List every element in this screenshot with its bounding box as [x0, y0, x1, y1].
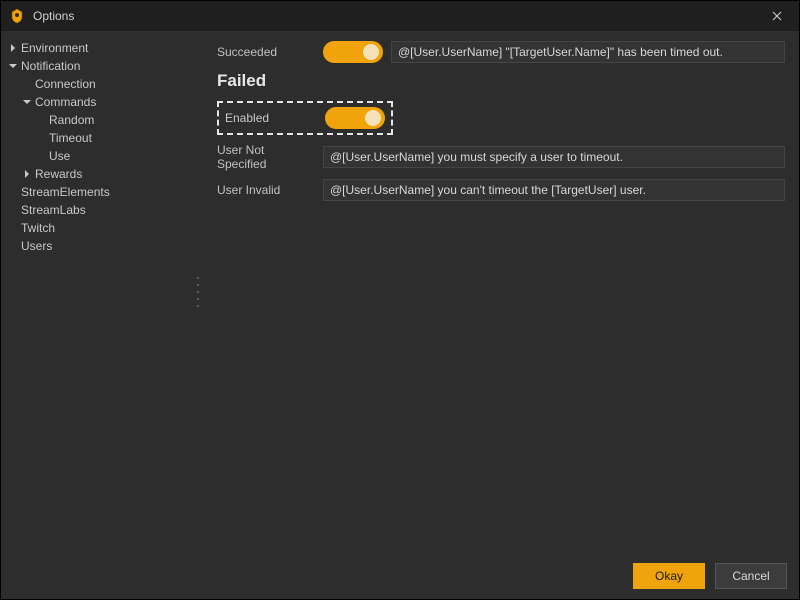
footer: Okay Cancel [1, 553, 799, 599]
nav-tree: Environment Notification · Connection [7, 39, 198, 255]
row-succeeded: Succeeded [217, 41, 785, 63]
chevron-down-icon [21, 96, 33, 108]
okay-button[interactable]: Okay [633, 563, 705, 589]
user-invalid-label: User Invalid [217, 183, 315, 197]
failed-heading: Failed [217, 71, 785, 91]
sidebar-item-label: Users [21, 237, 52, 255]
sidebar-item-label: Commands [35, 93, 96, 111]
options-window: Options Environment [0, 0, 800, 600]
sidebar-item-streamelements[interactable]: · StreamElements [7, 183, 198, 201]
cancel-button[interactable]: Cancel [715, 563, 787, 589]
sidebar: Environment Notification · Connection [1, 31, 199, 553]
sidebar-item-label: Notification [21, 57, 80, 75]
sidebar-item-commands[interactable]: Commands [7, 93, 198, 111]
splitter-handle[interactable] [195, 277, 201, 307]
chevron-down-icon [7, 60, 19, 72]
row-user-not-specified: User Not Specified [217, 143, 785, 171]
window-body: Environment Notification · Connection [1, 31, 799, 553]
sidebar-item-twitch[interactable]: · Twitch [7, 219, 198, 237]
close-icon [772, 11, 782, 21]
sidebar-item-label: Timeout [49, 129, 92, 147]
sidebar-item-label: Connection [35, 75, 96, 93]
window-close-button[interactable] [755, 1, 799, 31]
user-not-specified-label: User Not Specified [217, 143, 315, 171]
succeeded-input[interactable] [391, 41, 785, 63]
sidebar-item-notification[interactable]: Notification [7, 57, 198, 75]
sidebar-item-timeout[interactable]: · Timeout [7, 129, 198, 147]
sidebar-item-use[interactable]: · Use [7, 147, 198, 165]
enabled-highlight: Enabled [217, 101, 393, 135]
sidebar-item-label: Rewards [35, 165, 82, 183]
user-not-specified-input[interactable] [323, 146, 785, 168]
sidebar-item-environment[interactable]: Environment [7, 39, 198, 57]
sidebar-item-random[interactable]: · Random [7, 111, 198, 129]
sidebar-item-rewards[interactable]: Rewards [7, 165, 198, 183]
succeeded-label: Succeeded [217, 45, 315, 59]
sidebar-item-streamlabs[interactable]: · StreamLabs [7, 201, 198, 219]
sidebar-item-connection[interactable]: · Connection [7, 75, 198, 93]
user-invalid-input[interactable] [323, 179, 785, 201]
chevron-right-icon [21, 168, 33, 180]
sidebar-item-label: StreamLabs [21, 201, 86, 219]
content-panel: Succeeded Failed Enabled User Not Specif… [199, 31, 799, 553]
sidebar-item-label: Use [49, 147, 70, 165]
succeeded-toggle[interactable] [323, 41, 383, 63]
titlebar: Options [1, 1, 799, 31]
window-title: Options [33, 9, 74, 23]
app-icon [9, 8, 25, 24]
enabled-toggle[interactable] [325, 107, 385, 129]
sidebar-item-label: Twitch [21, 219, 55, 237]
sidebar-item-label: StreamElements [21, 183, 110, 201]
sidebar-item-label: Random [49, 111, 94, 129]
chevron-right-icon [7, 42, 19, 54]
row-user-invalid: User Invalid [217, 179, 785, 201]
sidebar-item-label: Environment [21, 39, 88, 57]
sidebar-item-users[interactable]: · Users [7, 237, 198, 255]
enabled-label: Enabled [225, 111, 317, 125]
